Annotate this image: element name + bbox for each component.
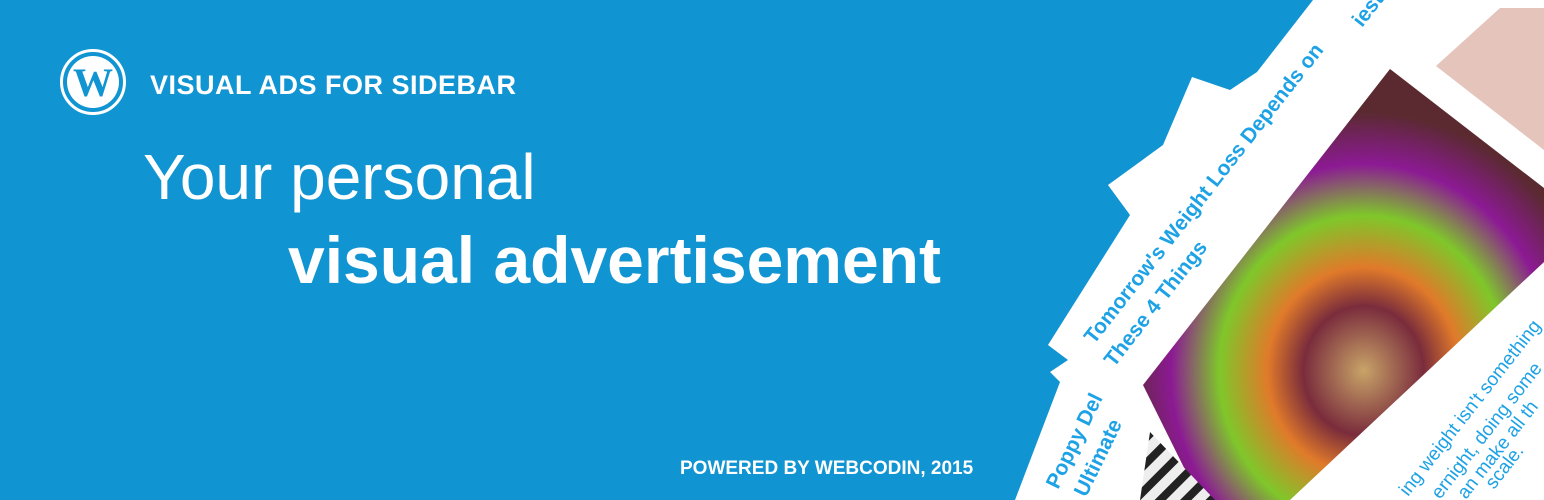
ad-card-stack: iest Tomorrow's Weight Loss Depends on T… [1015, 0, 1544, 500]
